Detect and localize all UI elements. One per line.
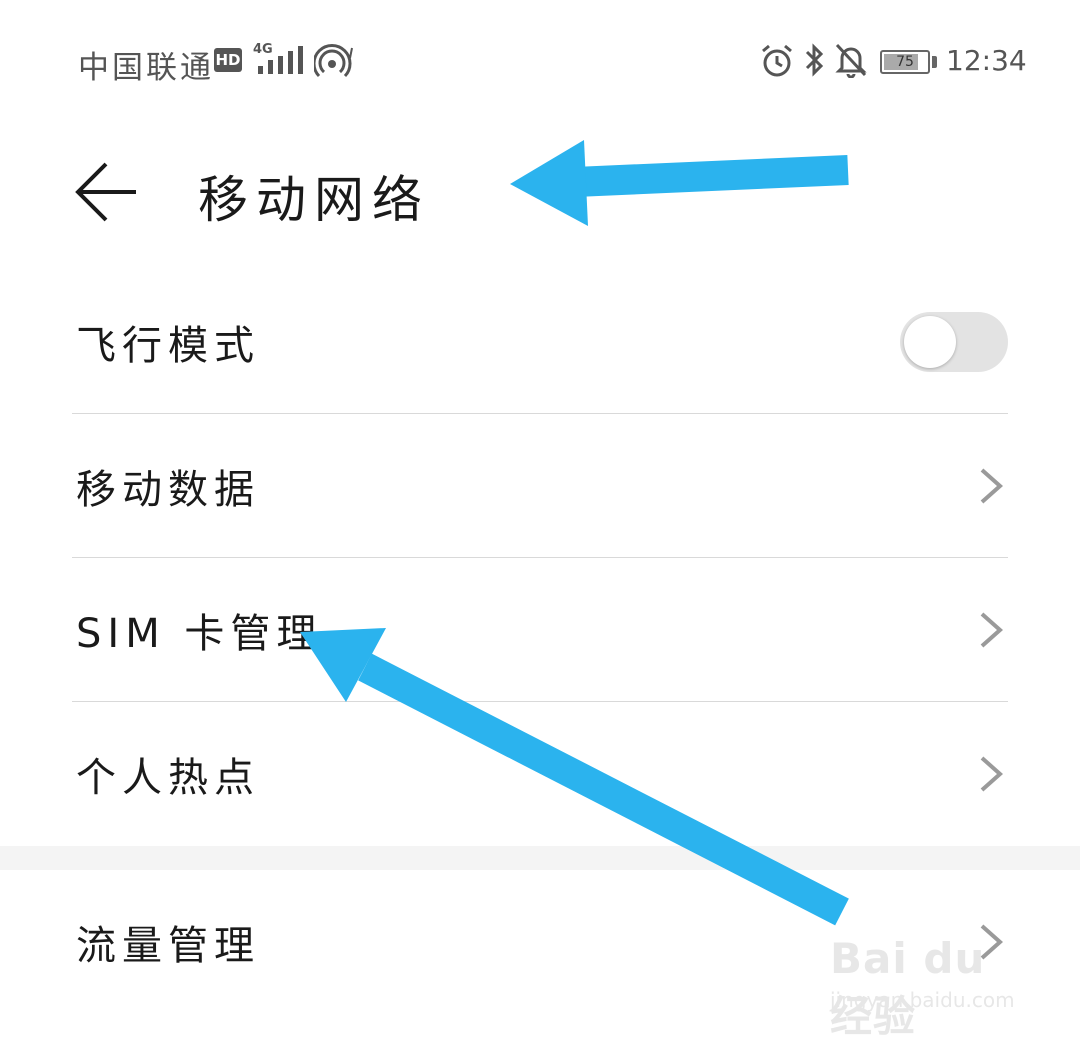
- bluetooth-icon: [805, 43, 824, 77]
- data-usage-label: 流量管理: [76, 923, 260, 969]
- chevron-right-icon: [980, 612, 1004, 648]
- airplane-mode-row[interactable]: 飞行模式: [72, 270, 1008, 414]
- mobile-data-label: 移动数据: [76, 467, 260, 513]
- toggle-knob: [904, 316, 956, 368]
- back-button[interactable]: [68, 156, 144, 228]
- settings-screen: 中国联通 HD 4G 75 12:34 移动网络 飞行模式 移动数据 SIM 卡…: [0, 0, 1080, 1039]
- section-separator: [0, 846, 1080, 870]
- watermark: Bai du 经验 jingyan.baidu.com: [830, 920, 1040, 1039]
- hd-icon: HD: [214, 48, 242, 72]
- carrier-name: 中国联通: [78, 50, 214, 86]
- sim-management-row[interactable]: SIM 卡管理: [72, 558, 1008, 702]
- battery-percent: 75: [896, 54, 914, 70]
- signal-icon: [258, 46, 303, 74]
- chevron-right-icon: [980, 468, 1004, 504]
- mobile-data-row[interactable]: 移动数据: [72, 414, 1008, 558]
- personal-hotspot-label: 个人热点: [76, 755, 260, 801]
- app-header: 移动网络: [0, 148, 1080, 232]
- watermark-brand: Bai du 经验: [830, 934, 986, 1039]
- page-title: 移动网络: [198, 171, 430, 229]
- airplane-mode-toggle[interactable]: [900, 312, 1008, 372]
- airplane-mode-label: 飞行模式: [76, 323, 260, 369]
- status-bar: 中国联通 HD 4G 75 12:34: [0, 36, 1080, 88]
- sim-management-label: SIM 卡管理: [76, 611, 323, 657]
- status-time: 12:34: [946, 44, 1027, 77]
- back-arrow-icon: [75, 162, 136, 222]
- chevron-right-icon: [980, 756, 1004, 792]
- hotspot-icon: [314, 44, 353, 78]
- watermark-url: jingyan.baidu.com: [830, 988, 1015, 1012]
- personal-hotspot-row[interactable]: 个人热点: [72, 702, 1008, 846]
- alarm-icon: [762, 44, 792, 77]
- battery-icon: 75: [880, 50, 930, 74]
- battery-tip: [932, 56, 937, 68]
- mute-icon: [835, 43, 867, 78]
